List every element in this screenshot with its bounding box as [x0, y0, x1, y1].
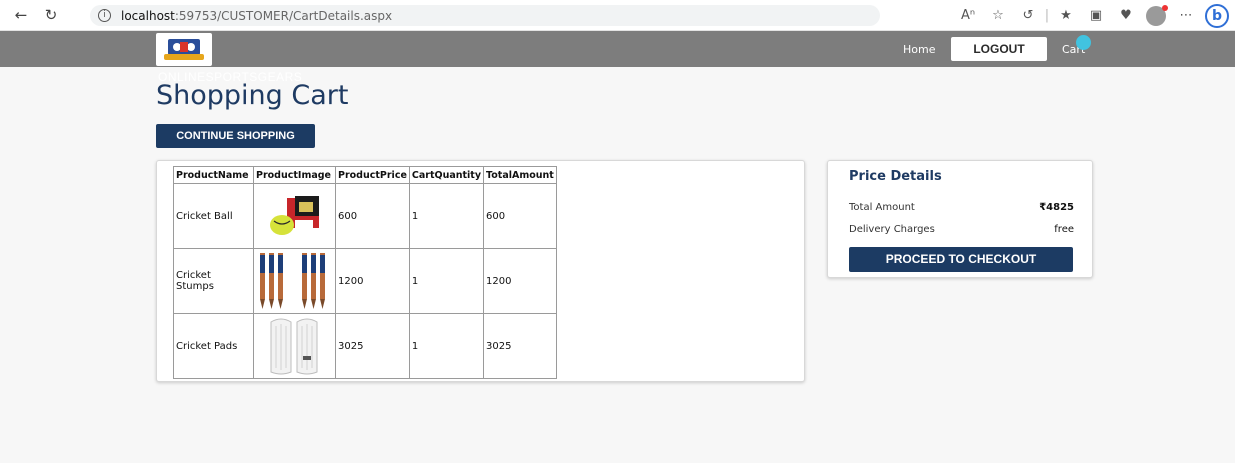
nav-home-link[interactable]: Home: [903, 43, 935, 56]
avatar: [1146, 4, 1168, 26]
table-row: Cricket Pads 3025 1 3025: [173, 313, 558, 379]
cell-product-image: [253, 248, 336, 314]
delivery-charges-value: free: [1054, 224, 1074, 235]
bing-copilot-icon[interactable]: b: [1205, 3, 1229, 28]
url-path: :59753/CUSTOMER/CartDetails.aspx: [174, 8, 393, 23]
cell-total-amount: 1200: [483, 248, 558, 314]
profile-avatar[interactable]: [1141, 4, 1171, 26]
cricket-ball-image: [269, 196, 319, 235]
total-amount-label: Total Amount: [849, 202, 915, 213]
cell-total-amount: 3025: [483, 313, 558, 379]
favorites-icon[interactable]: ★: [1051, 8, 1081, 23]
cell-cart-quantity: 1: [408, 313, 485, 379]
total-amount-value: ₹4825: [1039, 202, 1074, 213]
proceed-to-checkout-button[interactable]: PROCEED TO CHECKOUT: [849, 247, 1073, 272]
delivery-charges-label: Delivery Charges: [849, 224, 935, 235]
delivery-charges-row: Delivery Charges free: [849, 224, 1074, 235]
page-title: Shopping Cart: [156, 80, 349, 111]
cricket-stumps-image: [259, 253, 325, 309]
cell-product-image: [253, 183, 336, 249]
info-icon[interactable]: i: [98, 9, 111, 22]
url-host: localhost: [121, 8, 175, 23]
cell-product-name: Cricket Ball: [173, 183, 254, 249]
site-logo[interactable]: [156, 33, 212, 66]
col-header-product-price: ProductPrice: [335, 166, 410, 184]
table-header-row: ProductName ProductImage ProductPrice Ca…: [173, 166, 558, 184]
logo-emblem-icon: [164, 38, 204, 60]
col-header-total-amount: TotalAmount: [483, 166, 558, 184]
cell-cart-quantity: 1: [408, 183, 485, 249]
extensions-icon[interactable]: ↺: [1013, 8, 1043, 23]
browser-essentials-icon[interactable]: ♥: [1111, 8, 1141, 23]
favorite-star-icon[interactable]: ☆: [983, 8, 1013, 23]
cell-total-amount: 600: [483, 183, 558, 249]
total-amount-row: Total Amount ₹4825: [849, 202, 1074, 213]
cart-panel: ProductName ProductImage ProductPrice Ca…: [156, 160, 805, 382]
collections-icon[interactable]: ▣: [1081, 8, 1111, 23]
toolbar-separator: |: [1044, 8, 1050, 23]
read-aloud-icon[interactable]: Aⁿ: [953, 8, 983, 23]
cell-product-name: Cricket Pads: [173, 313, 254, 379]
cricket-pads-image: [270, 318, 317, 375]
browser-tools: Aⁿ ☆ ↺ | ★ ▣ ♥ ⋯ b: [953, 0, 1235, 31]
cart-badge: [1076, 35, 1091, 50]
cell-product-price: 600: [335, 183, 410, 249]
cell-product-price: 3025: [335, 313, 410, 379]
price-details-panel: Price Details Total Amount ₹4825 Deliver…: [827, 160, 1093, 278]
address-bar[interactable]: i localhost:59753/CUSTOMER/CartDetails.a…: [90, 5, 880, 26]
more-menu-icon[interactable]: ⋯: [1171, 8, 1201, 23]
cell-cart-quantity: 1: [408, 248, 485, 314]
price-details-title: Price Details: [849, 169, 942, 184]
table-row: Cricket Stumps 1200 1 1200: [173, 248, 558, 314]
col-header-product-image: ProductImage: [253, 166, 336, 184]
site-header: Home LOGOUT Cart: [0, 31, 1235, 67]
browser-toolbar: ← ↻ i localhost:59753/CUSTOMER/CartDetai…: [0, 0, 1235, 31]
table-row: Cricket Ball 600 1 600: [173, 183, 558, 249]
cell-product-image: [253, 313, 336, 379]
refresh-icon[interactable]: ↻: [42, 6, 60, 24]
cell-product-price: 1200: [335, 248, 410, 314]
cell-product-name: Cricket Stumps: [173, 248, 254, 314]
col-header-cart-quantity: CartQuantity: [408, 166, 485, 184]
col-header-product-name: ProductName: [173, 166, 254, 184]
back-arrow-icon[interactable]: ←: [12, 6, 30, 24]
continue-shopping-button[interactable]: CONTINUE SHOPPING: [156, 124, 315, 148]
logout-button[interactable]: LOGOUT: [951, 37, 1047, 61]
cart-table: ProductName ProductImage ProductPrice Ca…: [173, 166, 558, 379]
